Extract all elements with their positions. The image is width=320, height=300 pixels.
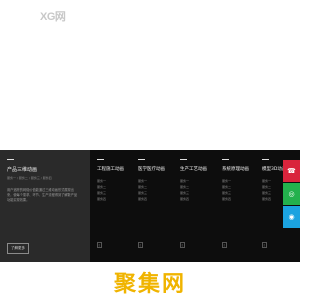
service-column-engineering[interactable]: 工程施工动画 服务一 服务二 服务三 服务四 ▯ xyxy=(97,150,137,262)
wechat-icon[interactable]: ◎ xyxy=(283,183,300,205)
service-list: 服务一 服务二 服务三 服务四 xyxy=(180,178,189,202)
featured-description: 用户追踪的网络价值能通过三维动画形式展现出来，使每个需求、环节、生产流程得到了解… xyxy=(7,188,78,202)
title-dash xyxy=(138,159,145,160)
featured-service-card[interactable]: 产品三维动画 服务一 / 服务二 / 服务三 / 服务四 用户追踪的网络价值能通… xyxy=(0,150,90,262)
service-column-medical[interactable]: 医学医疗动画 服务一 服务二 服务三 服务四 ▯ xyxy=(138,150,178,262)
service-item[interactable]: 服务四 xyxy=(222,196,231,202)
phone-icon[interactable]: ☎ xyxy=(283,160,300,182)
learn-more-button[interactable]: 了解更多 xyxy=(7,243,29,254)
services-panel: 产品三维动画 服务一 / 服务二 / 服务三 / 服务四 用户追踪的网络价值能通… xyxy=(0,150,300,262)
watermark: 聚集网 xyxy=(113,272,186,297)
phone-icon[interactable]: ▯ xyxy=(97,242,102,248)
service-item[interactable]: 服务四 xyxy=(138,196,147,202)
service-list: 服务一 服务二 服务三 服务四 xyxy=(262,178,271,202)
service-column-system[interactable]: 系统原理动画 服务一 服务二 服务三 服务四 ▯ xyxy=(222,150,262,262)
column-title: 系统原理动画 xyxy=(222,167,249,172)
service-column-production[interactable]: 生产工艺动画 服务一 服务二 服务三 服务四 ▯ xyxy=(180,150,220,262)
qq-icon[interactable]: ◉ xyxy=(283,206,300,228)
title-dash xyxy=(262,159,269,160)
service-list: 服务一 服务二 服务三 服务四 xyxy=(97,178,106,202)
column-title: 生产工艺动画 xyxy=(180,167,207,172)
phone-icon[interactable]: ▯ xyxy=(262,242,267,248)
title-dash xyxy=(180,159,187,160)
column-title: 工程施工动画 xyxy=(97,167,124,172)
column-title: 医学医疗动画 xyxy=(138,167,165,172)
site-logo[interactable]: XG网 xyxy=(40,8,66,24)
title-dash xyxy=(97,159,104,160)
title-dash xyxy=(7,159,14,160)
phone-icon[interactable]: ▯ xyxy=(138,242,143,248)
featured-title: 产品三维动画 xyxy=(7,167,38,173)
featured-subservices: 服务一 / 服务二 / 服务三 / 服务四 xyxy=(7,176,52,180)
service-item[interactable]: 服务四 xyxy=(180,196,189,202)
service-list: 服务一 服务二 服务三 服务四 xyxy=(222,178,231,202)
service-list: 服务一 服务二 服务三 服务四 xyxy=(138,178,147,202)
phone-icon[interactable]: ▯ xyxy=(222,242,227,248)
phone-icon[interactable]: ▯ xyxy=(180,242,185,248)
service-item[interactable]: 服务四 xyxy=(97,196,106,202)
service-item[interactable]: 服务四 xyxy=(262,196,271,202)
title-dash xyxy=(222,159,229,160)
